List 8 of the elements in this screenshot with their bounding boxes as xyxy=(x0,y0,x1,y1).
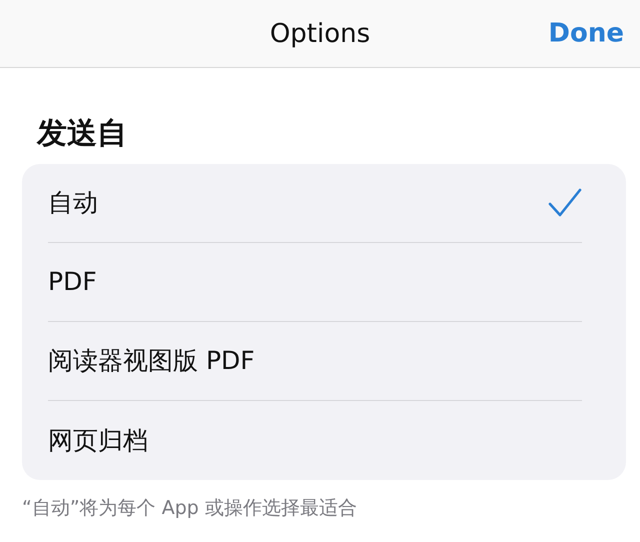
footer-text: “自动”将为每个 App 或操作选择最适合 xyxy=(22,496,358,521)
done-button[interactable]: Done xyxy=(548,14,624,53)
option-row[interactable]: 网页归档 xyxy=(22,401,626,480)
section-header: 发送自 xyxy=(37,116,128,152)
sheet-title: Options xyxy=(270,20,370,46)
option-row[interactable]: 阅读器视图版 PDF xyxy=(22,322,626,401)
option-row[interactable]: 自动 xyxy=(22,164,626,243)
option-row[interactable]: PDF xyxy=(22,243,626,322)
